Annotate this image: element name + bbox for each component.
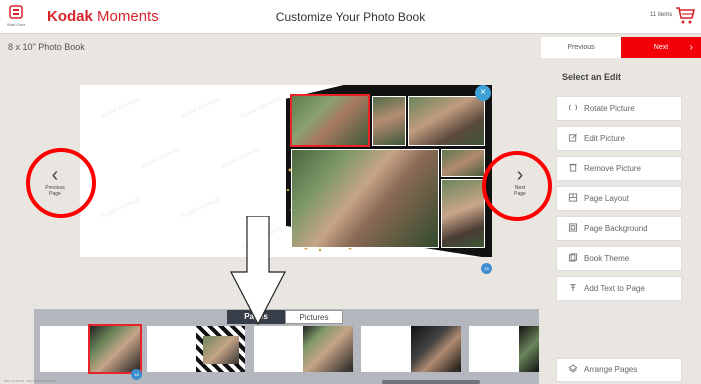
page-thumbnail[interactable] [147, 326, 245, 372]
watermark: Kodak Moments [100, 196, 143, 220]
brand-rest: Moments [97, 8, 159, 25]
page-thumbnail[interactable] [469, 326, 539, 372]
edit-panel-title: Select an Edit [562, 72, 622, 82]
close-icon[interactable]: × [475, 85, 491, 101]
brand-bold: Kodak [47, 8, 93, 25]
strip-scrollbar[interactable] [382, 380, 480, 384]
edit-picture-button[interactable]: Edit Picture [556, 126, 682, 151]
version-text: KMx 1.0.12790 - Build 2019.0410.2026 [4, 379, 57, 383]
page-layout-label: Page Layout [584, 194, 629, 203]
photo-slot[interactable] [408, 96, 485, 146]
trash-icon [569, 163, 577, 172]
book-theme-button[interactable]: Book Theme [556, 246, 682, 271]
page-thumbnail[interactable] [361, 326, 461, 372]
remove-picture-button[interactable]: Remove Picture [556, 156, 682, 181]
page-background-label: Page Background [584, 224, 648, 233]
photo-slot-selected[interactable] [290, 94, 370, 147]
add-text-button[interactable]: Add Text to Page [556, 276, 682, 301]
watermark: Kodak Moments [100, 96, 143, 120]
thumbnail-number: 18 [347, 368, 352, 373]
thumbnail-number: 17 [239, 368, 244, 373]
annotation-circle-right [482, 151, 552, 221]
rotate-picture-button[interactable]: Rotate Picture [556, 96, 682, 121]
remove-picture-label: Remove Picture [584, 164, 641, 173]
theme-icon [568, 253, 578, 262]
start-over-button[interactable]: Start Over [5, 4, 27, 32]
annotation-arrow-icon [230, 216, 286, 326]
cart-items-count[interactable]: 11 items [650, 12, 672, 18]
arrange-pages-label: Arrange Pages [584, 365, 638, 374]
layout-icon [568, 193, 578, 202]
app-window: Start Over Kodak Moments Customize Your … [0, 0, 701, 384]
watermark: Kodak Moments [180, 96, 223, 120]
photo-slot[interactable] [441, 179, 485, 248]
next-button[interactable]: Next › [621, 37, 701, 58]
text-icon [570, 284, 576, 292]
photo-slot[interactable] [372, 96, 406, 146]
page-layout-button[interactable]: Page Layout [556, 186, 682, 211]
arrange-icon [568, 364, 578, 373]
start-over-label: Start Over [6, 22, 26, 27]
page-number-badge: 16 [481, 263, 492, 274]
next-button-label: Next [653, 44, 669, 51]
arrange-pages-button[interactable]: Arrange Pages [556, 358, 682, 382]
thumbnail-badge: 16 [131, 369, 142, 380]
background-icon [568, 223, 578, 232]
page-thumbnail[interactable] [254, 326, 353, 372]
page-background-button[interactable]: Page Background [556, 216, 682, 241]
book-size-label: 8 x 10" Photo Book [8, 42, 85, 52]
brand-logo: Kodak Moments [47, 8, 159, 25]
book-theme-label: Book Theme [584, 254, 630, 263]
previous-button[interactable]: Previous [541, 37, 621, 58]
watermark: Kodak Moments [220, 146, 263, 170]
home-icon [9, 5, 23, 19]
top-header: Start Over Kodak Moments Customize Your … [0, 0, 701, 34]
rotate-picture-label: Rotate Picture [584, 104, 635, 113]
tab-pictures[interactable]: Pictures [285, 310, 343, 324]
add-text-label: Add Text to Page [584, 284, 645, 293]
watermark: Kodak Moments [180, 196, 223, 220]
annotation-circle-left [26, 148, 96, 218]
thumbnail-number: 19 [455, 368, 460, 373]
cart-icon[interactable] [675, 5, 695, 25]
watermark: Kodak Moments [240, 96, 283, 120]
edit-icon [568, 133, 577, 142]
watermark: Kodak Moments [140, 146, 183, 170]
photo-slot[interactable] [291, 149, 439, 248]
chevron-right-icon: › [689, 42, 693, 53]
page-thumbnail[interactable] [40, 324, 142, 374]
edit-picture-label: Edit Picture [584, 134, 625, 143]
rotate-icon [568, 104, 578, 111]
photo-slot[interactable] [441, 149, 485, 177]
